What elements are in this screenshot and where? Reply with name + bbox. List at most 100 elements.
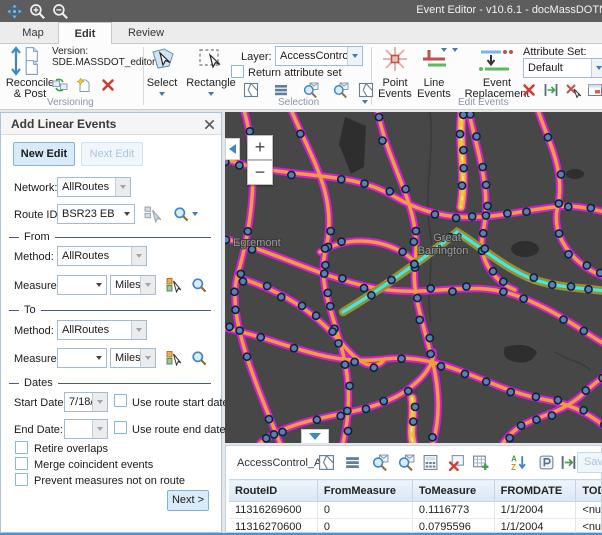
pan-to-selection-icon[interactable] [398, 454, 415, 471]
reconcile-post-icon [10, 46, 42, 76]
table-cell: 1/1/2004 [494, 519, 576, 534]
map-zoom-out-button[interactable]: − [247, 160, 273, 185]
town-label-egremont: Egremont [233, 237, 281, 249]
return-attribute-set-checkbox[interactable] [231, 65, 244, 78]
tab-review[interactable]: Review [112, 22, 180, 44]
column-header[interactable]: RouteID [229, 480, 317, 502]
selection-list-icon[interactable] [344, 454, 361, 471]
town-label-great: Great [433, 232, 461, 244]
select-options-icon[interactable] [358, 82, 374, 98]
zoom-to-route-dropdown-icon[interactable] [192, 212, 198, 216]
attribute-set-combo[interactable]: Default [523, 58, 602, 78]
measure-gap-icon[interactable] [560, 454, 577, 471]
table-cell: 0.1116773 [412, 502, 494, 519]
calculator-icon[interactable] [422, 454, 439, 471]
attribute-set-arrow[interactable] [591, 59, 602, 77]
route-id-combo[interactable]: BSR23 EB [57, 204, 135, 224]
from-measure-arrow[interactable] [91, 276, 106, 294]
line-events-dropdown-icon-1 [441, 48, 447, 52]
zoom-to-selection-icon[interactable] [372, 454, 389, 471]
select-route-on-map-icon[interactable] [144, 206, 161, 223]
network-combo[interactable]: AllRoutes [57, 177, 131, 197]
to-method-combo[interactable]: AllRoutes [57, 320, 147, 340]
ribbon: Reconcile & Post Version: SDE.MASSDOT_ed… [0, 44, 602, 110]
to-measure-combo[interactable] [57, 348, 107, 368]
to-legend: To [9, 304, 211, 316]
from-measure-label: Measure: [14, 280, 60, 292]
layer-combo-arrow[interactable] [347, 47, 362, 65]
to-measure-label: Measure: [14, 353, 60, 365]
map-canvas[interactable]: Egremont Great Barrington + − [225, 112, 602, 443]
measure-gap-icon[interactable] [543, 82, 559, 98]
use-route-start-date-checkbox[interactable] [114, 394, 127, 407]
to-measure-pick-icon[interactable] [165, 350, 181, 366]
network-value: AllRoutes [58, 181, 115, 193]
table-cell: 0 [317, 502, 412, 519]
start-date-label: Start Date: [14, 397, 67, 409]
retire-overlaps-checkbox[interactable] [15, 441, 28, 454]
select-features-icon[interactable] [243, 82, 259, 98]
pan-icon[interactable] [6, 3, 23, 20]
tab-edit[interactable]: Edit [58, 22, 112, 45]
from-method-combo[interactable]: AllRoutes [57, 246, 147, 266]
attribute-window-icon[interactable] [587, 82, 602, 98]
new-version-icon[interactable] [76, 77, 92, 93]
table-row[interactable]: 1131626960000.11167731/1/2004<null>N [229, 502, 601, 519]
merge-events-icon[interactable] [565, 82, 581, 98]
pan-to-selection-icon[interactable] [333, 82, 349, 98]
version-value: SDE.MASSDOT_editor1 [52, 57, 161, 68]
close-icon[interactable] [204, 119, 215, 130]
column-header[interactable]: ToMeasure [412, 480, 494, 502]
select-options-dropdown-icon [362, 100, 368, 104]
merge-coincident-checkbox[interactable] [15, 457, 28, 470]
new-edit-button[interactable]: New Edit [13, 142, 75, 166]
add-record-icon[interactable] [472, 454, 489, 471]
to-measure-arrow[interactable] [91, 349, 106, 367]
change-version-icon[interactable] [52, 77, 68, 93]
event-editor-window: Event Editor - v10.6.1 - docMassDOTN Map… [0, 0, 602, 535]
split-event-icon[interactable] [521, 82, 537, 98]
tab-map[interactable]: Map [8, 22, 58, 44]
column-header[interactable]: FROMDATE [494, 480, 576, 502]
end-date-combo[interactable] [64, 419, 108, 439]
town-label-barrington: Barrington [418, 245, 469, 257]
results-layer-name[interactable]: AccessControl_A [237, 457, 321, 469]
zoom-in-icon[interactable] [29, 3, 46, 20]
table-cell: <null> [576, 502, 601, 519]
map-zoom-in-button[interactable]: + [247, 135, 273, 160]
layer-combo[interactable]: AccessControl_A [275, 46, 363, 66]
zoom-out-icon[interactable] [52, 3, 69, 20]
line-events-label-2: Events [413, 88, 455, 100]
network-label: Network: [14, 182, 57, 194]
use-route-end-date-checkbox[interactable] [114, 421, 127, 434]
save-button[interactable]: Save [577, 452, 602, 473]
collapse-panel-button[interactable] [225, 138, 240, 160]
selection-list-icon[interactable] [273, 82, 289, 98]
select-features-icon[interactable] [318, 454, 335, 471]
route-id-arrow[interactable] [119, 205, 134, 223]
panel-title: Add Linear Events [11, 117, 116, 131]
start-date-combo[interactable]: 7/18/ [64, 392, 108, 412]
next-edit-button[interactable]: Next Edit [81, 142, 143, 166]
column-header[interactable]: FromMeasure [317, 480, 412, 502]
from-unit-combo[interactable]: Miles [110, 275, 156, 295]
from-measure-pick-icon[interactable] [165, 277, 181, 293]
delete-version-icon[interactable] [100, 77, 116, 93]
from-zoom-icon[interactable] [191, 277, 207, 293]
zoom-to-route-icon[interactable] [173, 206, 189, 222]
to-zoom-icon[interactable] [191, 350, 207, 366]
prevent-measures-checkbox[interactable] [15, 473, 28, 486]
collapse-table-button[interactable] [301, 429, 329, 443]
attribute-view-icon[interactable] [538, 454, 555, 471]
column-header[interactable]: TODATE [576, 480, 601, 502]
table-row[interactable]: 1131627060000.07955961/1/2004<null>N [229, 519, 601, 534]
clear-selection-icon[interactable] [448, 454, 465, 471]
next-button[interactable]: Next > [167, 490, 209, 511]
table-cell: 11316269600 [229, 502, 317, 519]
table-cell: 11316270600 [229, 519, 317, 534]
sort-icon[interactable] [510, 454, 527, 471]
zoom-to-selection-icon[interactable] [303, 82, 319, 98]
to-unit-combo[interactable]: Miles [110, 348, 156, 368]
from-measure-combo[interactable] [57, 275, 107, 295]
start-date-arrow [92, 393, 107, 411]
